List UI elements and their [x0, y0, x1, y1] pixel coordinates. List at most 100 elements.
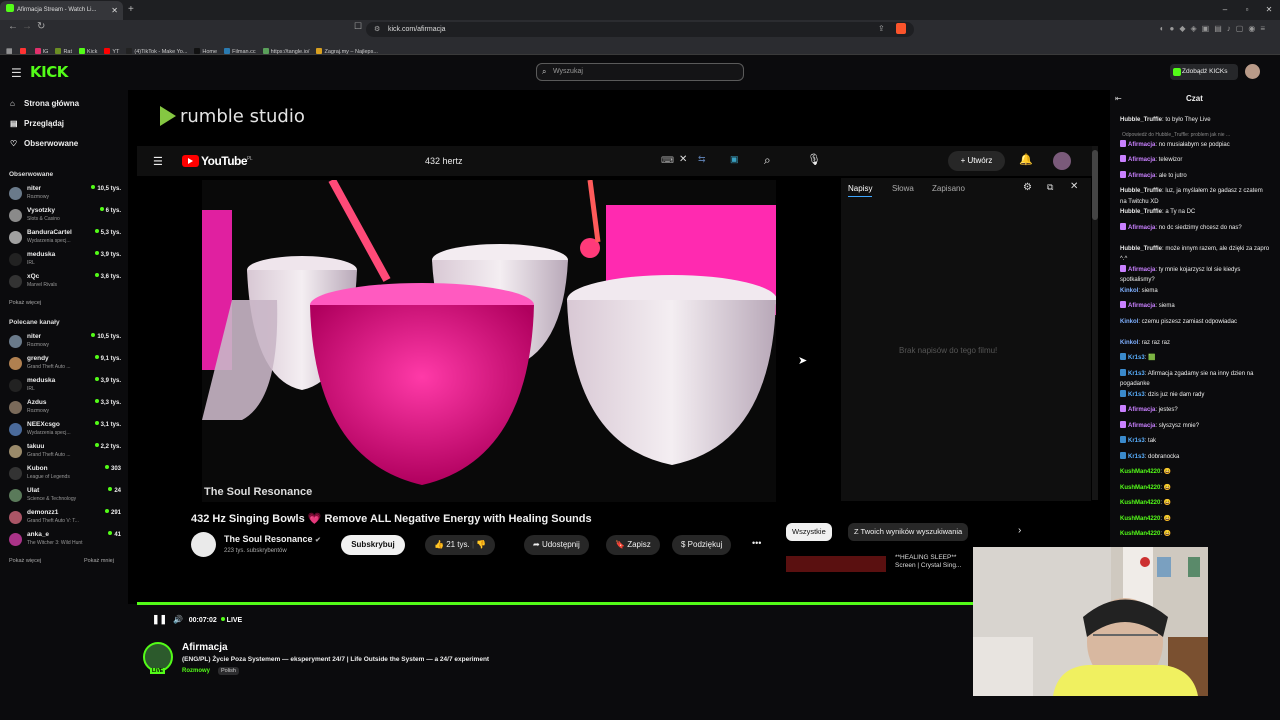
channel-row[interactable]: niter Rozmowy 10,5 tys.	[9, 333, 121, 355]
chat-username[interactable]: Hubble_Truffle	[1120, 246, 1162, 252]
extension-icon[interactable]: ♪	[1227, 24, 1236, 33]
chat-username[interactable]: KushMan4220	[1120, 516, 1160, 522]
hamburger-menu-icon[interactable]: ☰	[11, 66, 22, 80]
chat-username[interactable]: Hubble_Truffle	[1120, 188, 1162, 194]
youtube-search-input[interactable]: 432 hertz	[425, 156, 463, 166]
youtube-avatar[interactable]	[1053, 152, 1071, 170]
pause-icon[interactable]: ❚❚	[152, 614, 167, 624]
sidebar-nav-2[interactable]: ♡ Obserwowane	[10, 139, 78, 148]
extension-search-icon[interactable]: ▣	[730, 154, 739, 165]
user-avatar[interactable]	[1245, 64, 1260, 79]
channel-row[interactable]: anka_e The Witcher 3: Wild Hunt 41	[9, 531, 121, 553]
get-kicks-button[interactable]: Zdobądź KICKs	[1170, 64, 1238, 80]
scrollbar-thumb[interactable]	[1092, 150, 1098, 220]
chat-username[interactable]: Kr1s3	[1128, 355, 1145, 361]
close-tab-icon[interactable]: ✕	[111, 1, 118, 20]
tab-words[interactable]: Słowa	[892, 184, 914, 193]
extension-icon[interactable]: ▤	[1214, 24, 1227, 33]
channel-row[interactable]: demonzz1 Grand Theft Auto V: T... 291	[9, 509, 121, 531]
youtube-search-icon[interactable]: ⌕	[764, 153, 771, 168]
sidebar-nav-1[interactable]: ▤ Przeglądaj	[10, 119, 64, 128]
chat-username[interactable]: Hubble_Truffle	[1120, 209, 1162, 215]
chat-username[interactable]: KushMan4220	[1120, 500, 1160, 506]
chat-username[interactable]: Hubble_Truffle	[1120, 117, 1162, 123]
clear-search-icon[interactable]: ✕	[679, 154, 687, 165]
extension-icon[interactable]: ▢	[1236, 24, 1249, 33]
chat-username[interactable]: Kinkol	[1120, 340, 1138, 346]
back-icon[interactable]: ←	[8, 21, 18, 32]
extension-icon[interactable]: ◐	[1160, 24, 1170, 33]
chat-username[interactable]: Afirmacja	[1128, 225, 1155, 231]
close-panel-icon[interactable]: ✕	[1070, 181, 1078, 192]
chat-username[interactable]: Kr1s3	[1128, 371, 1145, 377]
save-button[interactable]: 🔖 Zapisz	[606, 535, 660, 555]
channel-row[interactable]: xQc Marvel Rivals 3,6 tys.	[9, 273, 121, 295]
show-more-followed[interactable]: Pokaż więcej	[9, 300, 41, 306]
share-button[interactable]: ➦ Udostępnij	[524, 535, 589, 555]
chat-username[interactable]: Afirmacja	[1128, 267, 1155, 273]
translate-icon[interactable]: ⇆	[698, 154, 706, 165]
extension-icon[interactable]: ●	[1170, 24, 1180, 33]
address-bar[interactable]: ⚙ kick.com/afirmacja	[366, 22, 914, 37]
forward-icon[interactable]: →	[22, 21, 32, 32]
chat-username[interactable]: Kr1s3	[1128, 454, 1145, 460]
microphone-icon[interactable]: 🎙	[807, 153, 821, 166]
subscribe-button[interactable]: Subskrybuj	[341, 535, 405, 555]
youtube-video[interactable]	[202, 180, 776, 502]
streamer-name[interactable]: Afirmacja	[182, 642, 228, 653]
channel-row[interactable]: meduska IRL 3,9 tys.	[9, 377, 121, 399]
chat-username[interactable]: Kr1s3	[1128, 438, 1145, 444]
related-video-title[interactable]: **HEALING SLEEP** Screen | Crystal Sing.…	[895, 554, 975, 570]
show-less-recommended[interactable]: Pokaż mniej	[84, 558, 114, 564]
channel-row[interactable]: grendy Grand Theft Auto ... 9,1 tys.	[9, 355, 121, 377]
chips-next-icon[interactable]: ›	[1018, 525, 1021, 536]
stream-progress-bar[interactable]	[137, 602, 973, 605]
channel-logo[interactable]	[191, 532, 216, 557]
notifications-bell-icon[interactable]: 🔔	[1019, 153, 1033, 166]
bookmark-star-icon[interactable]: ☐	[354, 21, 362, 32]
like-button[interactable]: 👍 21 tys. | 👎	[425, 535, 496, 555]
channel-row[interactable]: Ulat Science & Technology 24	[9, 487, 121, 509]
browser-tab[interactable]: Afirmacja Stream - Watch Li... ✕	[0, 1, 123, 20]
channel-row[interactable]: Vysotzky Slots & Casino 6 tys.	[9, 207, 121, 229]
keyboard-icon[interactable]: ⌨	[661, 155, 674, 166]
panel-scrollbar[interactable]	[1092, 146, 1098, 500]
volume-icon[interactable]: 🔊	[173, 615, 183, 624]
thumbs-down-icon[interactable]: 👎	[476, 540, 486, 549]
show-more-recommended[interactable]: Pokaż więcej	[9, 558, 41, 564]
sidebar-nav-0[interactable]: ⌂ Strona główna	[10, 99, 79, 108]
chat-username[interactable]: Afirmacja	[1128, 303, 1155, 309]
chat-username[interactable]: Kinkol	[1120, 288, 1138, 294]
site-info-icon[interactable]: ⚙	[374, 22, 380, 37]
chat-reply-preview[interactable]: Odpowiedź do Hubble_Truffle: problem jak…	[1122, 132, 1230, 138]
chip-all[interactable]: Wszystkie	[786, 523, 832, 541]
chat-username[interactable]: Kr1s3	[1128, 392, 1145, 398]
chat-username[interactable]: Afirmacja	[1128, 173, 1155, 179]
extension-icon[interactable]: ◆	[1179, 24, 1190, 33]
chat-username[interactable]: KushMan4220	[1120, 469, 1160, 475]
channel-row[interactable]: niter Rozmowy 10,5 tys.	[9, 185, 121, 207]
thanks-button[interactable]: $ Podziękuj	[672, 535, 732, 555]
menu-icon[interactable]: ≡	[1260, 24, 1270, 33]
share-icon[interactable]: ⇪	[878, 24, 885, 33]
maximize-icon[interactable]: ▫	[1236, 0, 1258, 20]
collapse-chat-icon[interactable]: ⇤	[1115, 94, 1122, 103]
chat-username[interactable]: KushMan4220	[1120, 531, 1160, 537]
related-thumbnail[interactable]	[786, 556, 886, 572]
channel-row[interactable]: takuu Grand Theft Auto ... 2,2 tys.	[9, 443, 121, 465]
brave-shield-icon[interactable]	[896, 23, 906, 34]
chat-username[interactable]: Kinkol	[1120, 319, 1138, 325]
chat-username[interactable]: Afirmacja	[1128, 142, 1155, 148]
extension-icon[interactable]: ◉	[1248, 24, 1260, 33]
extension-icon[interactable]: ◈	[1191, 24, 1202, 33]
chat-username[interactable]: Afirmacja	[1128, 407, 1155, 413]
new-tab-button[interactable]: +	[128, 4, 134, 15]
kick-logo[interactable]: KICK	[30, 63, 68, 81]
more-actions-icon[interactable]: •••	[752, 538, 761, 548]
create-button[interactable]: + Utwórz	[948, 151, 1005, 171]
channel-row[interactable]: Kubon League of Legends 303	[9, 465, 121, 487]
search-input[interactable]: ⌕ Wyszukaj	[536, 63, 744, 81]
channel-name[interactable]: The Soul Resonance ✔	[224, 534, 321, 544]
youtube-logo[interactable]: YouTubePL	[182, 154, 253, 168]
reload-icon[interactable]: ↻	[37, 21, 45, 32]
